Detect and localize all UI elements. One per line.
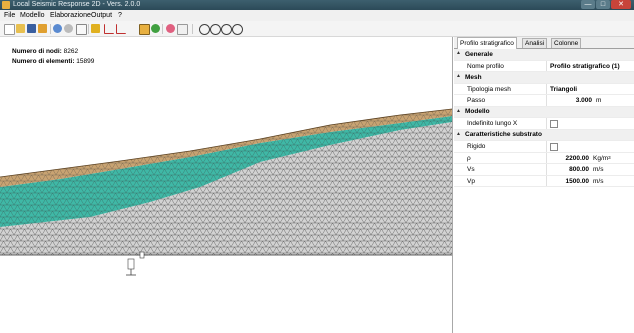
rho-unit: Kg/m3: [593, 154, 611, 162]
tab-colonne[interactable]: Colonne: [551, 38, 582, 48]
collapse-icon[interactable]: ▲: [456, 131, 461, 137]
menu-file[interactable]: File: [4, 10, 15, 21]
properties-panel: Profilo stratigrafico Analisi Colonne ▲ …: [454, 37, 634, 333]
pencil-icon[interactable]: [91, 24, 100, 33]
property-grid: ▲ Generale Nome profilo Profilo stratigr…: [454, 49, 634, 187]
collapse-icon[interactable]: ▲: [456, 50, 461, 56]
close-button[interactable]: ✕: [611, 0, 631, 9]
redo-icon[interactable]: [64, 24, 73, 33]
model-canvas[interactable]: Numero di nodi: 8262 Numero di elementi:…: [0, 37, 453, 333]
row-indefinito-lungo-x[interactable]: Indefinito lungo X: [454, 118, 634, 130]
open-icon[interactable]: [16, 24, 25, 33]
row-passo[interactable]: Passo 3.000 m: [454, 95, 634, 107]
origin-marker-icon: [126, 251, 148, 276]
zoom-fit-icon[interactable]: [221, 24, 232, 35]
save-as-icon[interactable]: [38, 24, 47, 33]
menu-bar: File Modello Elaborazione Output ?: [0, 10, 634, 21]
vp-value: 1500.00: [565, 177, 590, 185]
zoom-out-icon[interactable]: [210, 24, 221, 35]
collapse-icon[interactable]: ▲: [456, 73, 461, 79]
menu-modello[interactable]: Modello: [20, 10, 45, 21]
app-icon: [2, 1, 10, 9]
row-vs[interactable]: Vs 800.00 m/s: [454, 164, 634, 176]
maximize-button[interactable]: □: [596, 0, 610, 9]
menu-elaborazione[interactable]: Elaborazione: [50, 10, 91, 21]
nodes-icon[interactable]: [151, 24, 160, 33]
zoom-window-icon[interactable]: [232, 24, 243, 35]
report-icon[interactable]: [177, 24, 188, 35]
passo-value: 3.000: [575, 97, 592, 104]
zoom-in-icon[interactable]: [199, 24, 210, 35]
minimize-button[interactable]: —: [581, 0, 595, 9]
row-nome-profilo[interactable]: Nome profilo Profilo stratigrafico (1): [454, 60, 634, 72]
window-controls: — □ ✕: [580, 0, 631, 10]
row-tipologia-mesh[interactable]: Tipologia mesh Triangoli: [454, 83, 634, 95]
undo-icon[interactable]: [53, 24, 62, 33]
category-generale[interactable]: ▲ Generale: [454, 49, 634, 61]
grid-icon[interactable]: [139, 24, 150, 35]
rigido-checkbox[interactable]: [550, 142, 558, 151]
title-bar: Local Seismic Response 2D - Vers. 2.0.0 …: [0, 0, 634, 10]
mesh-view: [0, 108, 452, 276]
row-rho[interactable]: ρ 2200.00 Kg/m3: [454, 152, 634, 164]
save-icon[interactable]: [27, 24, 36, 33]
rho-value: 2200.00: [565, 154, 590, 162]
collapse-icon[interactable]: ▲: [456, 108, 461, 114]
properties-icon[interactable]: [76, 24, 87, 35]
tab-analisi[interactable]: Analisi: [522, 38, 548, 48]
new-icon[interactable]: [4, 24, 15, 35]
row-vp[interactable]: Vp 1500.00 m/s: [454, 175, 634, 187]
menu-help[interactable]: ?: [118, 10, 122, 21]
nome-profilo-value: Profilo stratigrafico (1): [550, 62, 620, 70]
tab-profilo-stratigrafico[interactable]: Profilo stratigrafico: [457, 37, 517, 49]
window-title: Local Seismic Response 2D - Vers. 2.0.0: [13, 1, 141, 8]
palette-icon[interactable]: [166, 24, 175, 33]
category-modello[interactable]: ▲ Modello: [454, 106, 634, 118]
panel-tabs: Profilo stratigrafico Analisi Colonne: [454, 37, 634, 49]
chart-up-icon[interactable]: [104, 24, 114, 34]
menu-output[interactable]: Output: [91, 10, 112, 21]
chart-down-icon[interactable]: [116, 24, 126, 34]
category-substrato[interactable]: ▲ Caratteristiche substrato: [454, 129, 634, 141]
vs-value: 800.00: [569, 166, 589, 173]
indefinito-checkbox[interactable]: [550, 119, 558, 128]
tipologia-mesh-value: Triangoli: [550, 85, 578, 93]
toolbar: [0, 21, 634, 37]
category-mesh[interactable]: ▲ Mesh: [454, 72, 634, 84]
row-rigido[interactable]: Rigido: [454, 141, 634, 153]
